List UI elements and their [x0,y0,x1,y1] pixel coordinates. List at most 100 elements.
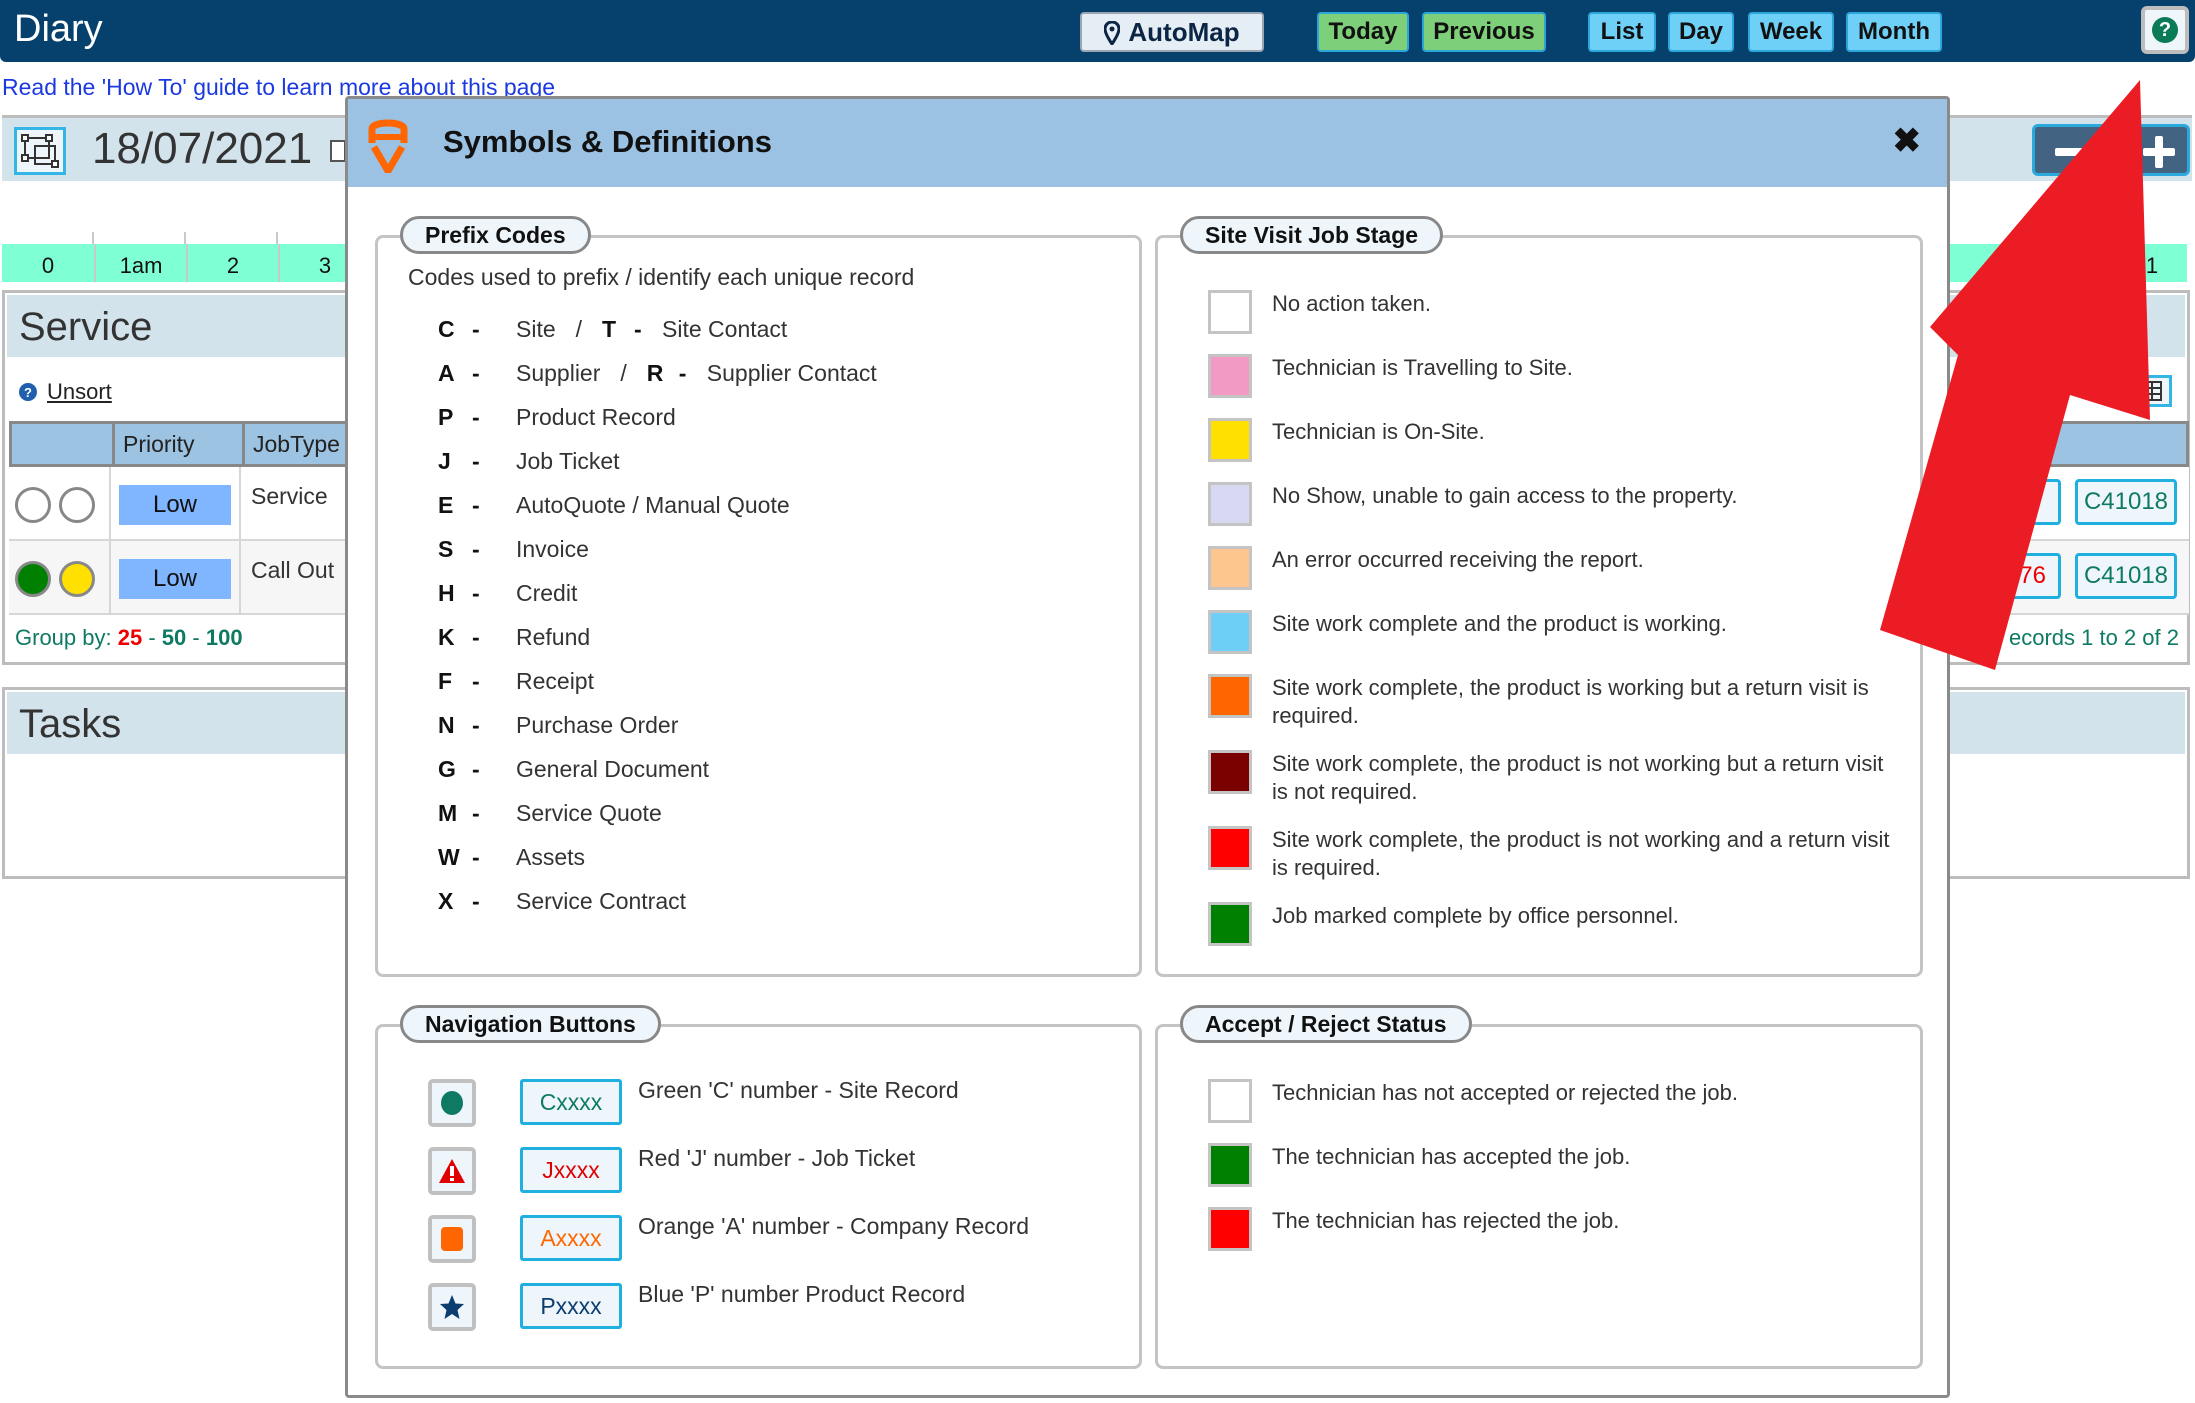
group-by-label: Group by: [15,625,112,650]
job-stage-description: An error occurred receiving the report. [1272,547,1644,572]
group-by-25[interactable]: 25 [118,625,142,650]
tick [184,232,186,244]
prefix-code-row: X - Service Contract [438,888,686,915]
group-by-100[interactable]: 100 [206,625,243,650]
day-view-button[interactable]: Day [1668,12,1734,52]
site-number-button[interactable]: C41018 [2075,553,2177,599]
prefix-codes-subtitle: Codes used to prefix / identify each uni… [408,264,915,290]
prefix-dash: - [678,360,687,386]
column-header-status[interactable] [12,424,112,464]
prefix-label: Service Quote [516,800,662,826]
prefix-dash: - [472,888,480,914]
prefix-dash: - [472,800,480,826]
automap-button[interactable]: AutoMap [1080,12,1264,52]
group-by-50[interactable]: 50 [162,625,186,650]
prefix-code: X [438,888,454,914]
prefix-dash: - [472,844,480,870]
prefix-dash: - [472,536,480,562]
help-button[interactable]: ? [2141,6,2189,54]
close-icon[interactable]: ✖ [1893,121,1922,161]
prefix-code-row: J - Job Ticket [438,448,620,475]
prefix-code-row: F - Receipt [438,668,594,695]
job-stage-row: Site work complete, the product is worki… [1208,674,1900,730]
column-header-priority[interactable]: Priority [112,424,242,464]
color-swatch [1208,354,1252,398]
prefix-dash: - [472,580,480,606]
prefix-dash: - [472,624,480,650]
select-area-icon[interactable] [14,127,66,175]
grid-view-button[interactable] [2130,375,2172,407]
job-stage-indicator [15,561,51,597]
group-by-separator: - [148,625,156,650]
job-stage-description: Job marked complete by office personnel. [1272,903,1679,928]
prefix-label: Assets [516,844,586,870]
list-view-button[interactable]: List [1588,12,1656,52]
document-icon[interactable] [330,140,346,162]
prefix-codes-legend: Prefix Codes [400,216,591,254]
record-number-button[interactable]: Cxxxx [520,1079,622,1125]
job-stage-description: Site work complete and the product is wo… [1272,611,1727,636]
map-pin-icon [1103,20,1121,47]
grid-icon [2142,381,2162,401]
navigation-description: Red 'J' number - Job Ticket [638,1145,916,1171]
job-stage-row: Site work complete, the product is not w… [1208,826,1900,882]
prefix-dash: - [472,668,480,694]
accept-status-description: Technician has not accepted or rejected … [1272,1080,1738,1105]
navigation-button-row: Jxxxx Red 'J' number - Job Ticket [428,1145,1119,1195]
color-swatch [1208,482,1252,526]
records-count: ecords 1 to 2 of 2 [2009,625,2179,650]
unsort-link[interactable]: Unsort [47,379,112,405]
today-button[interactable]: Today [1317,12,1409,52]
job-stage-row: Technician is Travelling to Site. [1208,354,1900,398]
job-stage-description: Site work complete, the product is worki… [1272,675,1869,728]
prefix-label: General Document [516,756,710,782]
accept-status-row: The technician has rejected the job. [1208,1207,1900,1251]
prefix-dash: - [472,492,480,518]
prefix-code-row: N - Purchase Order [438,712,678,739]
job-stage-description: Technician is Travelling to Site. [1272,355,1573,380]
modal-header: Symbols & Definitions ✖ [348,99,1947,187]
company-record-icon[interactable] [428,1215,476,1263]
navigation-button-row: Cxxxx Green 'C' number - Site Record [428,1077,1119,1127]
navigation-description: Orange 'A' number - Company Record [638,1213,1030,1239]
accept-status-indicator [59,561,95,597]
month-view-button[interactable]: Month [1846,12,1942,52]
status-cell [9,541,109,613]
product-record-star-icon[interactable] [428,1283,476,1331]
prefix-code: C [438,316,455,342]
accept-status-description: The technician has rejected the job. [1272,1208,1620,1233]
record-number-button[interactable]: Pxxxx [520,1283,622,1329]
info-icon[interactable]: ? [19,383,37,401]
prefix-label: Supplier [516,360,601,386]
record-number-button[interactable]: Axxxx [520,1215,622,1261]
job-stage-row: No action taken. [1208,290,1900,334]
group-by-control: Group by: 25 - 50 - 100 [15,625,243,651]
prefix-code-row: H - Credit [438,580,577,607]
prefix-code: W [438,844,460,870]
previous-button[interactable]: Previous [1422,12,1546,52]
job-number-button[interactable] [1959,479,2061,525]
top-bar: Diary AutoMap Today Previous List Day We… [0,0,2195,62]
prefix-label: Refund [516,624,591,650]
job-ticket-warning-icon[interactable] [428,1147,476,1195]
site-record-icon[interactable] [428,1079,476,1127]
job-stage-row: No Show, unable to gain access to the pr… [1208,482,1900,526]
job-stage-description: No action taken. [1272,291,1431,316]
hour-label: 1am [94,244,186,282]
job-stage-row: Technician is On-Site. [1208,418,1900,462]
zoom-out-button[interactable] [2055,148,2099,156]
job-stage-indicator [15,487,51,523]
prefix-label: Purchase Order [516,712,679,738]
job-stage-description: No Show, unable to gain access to the pr… [1272,483,1738,508]
job-number-button[interactable]: 76 [1959,553,2061,599]
prefix-codes-section: Prefix Codes Codes used to prefix / iden… [375,216,1142,977]
prefix-code: J [438,448,451,474]
prefix-label: Supplier Contact [706,360,877,386]
record-number-button[interactable]: Jxxxx [520,1147,622,1193]
accept-status-row: Technician has not accepted or rejected … [1208,1079,1900,1123]
prefix-code-row: M - Service Quote [438,800,662,827]
week-view-button[interactable]: Week [1748,12,1834,52]
prefix-label: Product Record [516,404,676,430]
prefix-code-row: G - General Document [438,756,709,783]
site-number-button[interactable]: C41018 [2075,479,2177,525]
